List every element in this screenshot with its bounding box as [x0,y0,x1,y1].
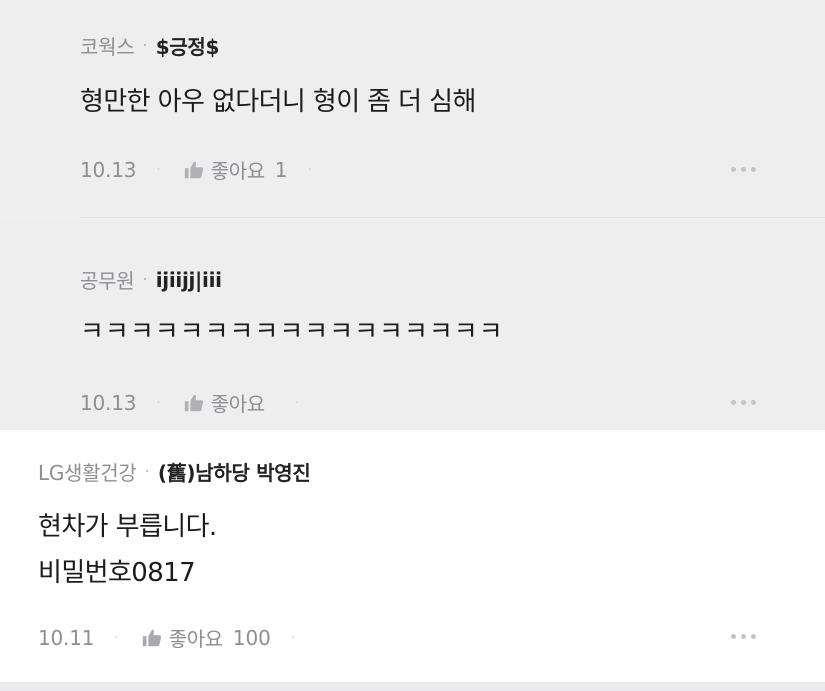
more-options-icon[interactable] [731,634,756,639]
reply-item: 공무원 · ijiijj|iii ㅋㅋㅋㅋㅋㅋㅋㅋㅋㅋㅋㅋㅋㅋㅋㅋㅋ 10.13… [0,218,825,430]
more-dot [751,634,756,639]
reply-author-line: 코웍스 · $긍정$ [80,31,219,60]
like-button[interactable]: 좋아요 100 [141,623,271,652]
reply-footer: 10.13 · 좋아요 · [80,388,299,417]
more-dot [731,167,736,172]
more-options-icon[interactable] [731,167,756,172]
reply-nickname[interactable]: $긍정$ [156,31,220,60]
reply-author-line: 공무원 · ijiijj|iii [80,265,222,294]
comment-item: LG생활건강 · (舊)남하당 박영진 현차가 부릅니다. 비밀번호0817 1… [0,430,825,682]
thumbs-up-icon [184,394,203,411]
like-button[interactable]: 좋아요 [183,388,275,417]
reply-footer: 10.13 · 좋아요 1 · [80,155,312,184]
author-separator: · [144,461,150,482]
like-button[interactable]: 좋아요 1 [183,155,288,184]
more-dot [731,634,736,639]
thumbs-up-icon [142,629,161,646]
reply-item: 코웍스 · $긍정$ 형만한 아우 없다더니 형이 좀 더 심해 10.13 ·… [0,0,825,217]
reply-date: 10.13 [80,157,137,182]
reply-body: ㅋㅋㅋㅋㅋㅋㅋㅋㅋㅋㅋㅋㅋㅋㅋㅋㅋ [80,317,504,347]
footer-separator: · [290,629,296,646]
like-label: 좋아요 [168,627,223,651]
comment-footer: 10.11 · 좋아요 100 · [38,623,295,652]
section-divider [0,682,825,691]
comment-thread: 코웍스 · $긍정$ 형만한 아우 없다더니 형이 좀 더 심해 10.13 ·… [0,0,825,691]
reply-company[interactable]: 코웍스 [80,31,135,60]
like-label: 좋아요 [210,392,265,416]
comment-date: 10.11 [38,625,95,650]
author-separator: · [142,35,148,56]
like-label: 좋아요 [210,159,265,183]
author-separator: · [142,269,148,290]
like-count: 1 [274,157,288,182]
more-dot [741,400,746,405]
comment-body-line: 비밀번호0817 [38,558,196,588]
comment-author-line: LG생활건강 · (舊)남하당 박영진 [38,457,311,486]
reply-nickname[interactable]: ijiijj|iii [156,268,222,292]
more-dot [731,400,736,405]
comment-company[interactable]: LG생활건강 [38,457,137,486]
more-dot [751,400,756,405]
more-dot [741,634,746,639]
reply-date: 10.13 [80,390,137,415]
reply-company[interactable]: 공무원 [80,265,135,294]
footer-separator: · [156,161,161,178]
footer-separator: · [307,161,312,178]
footer-separator: · [114,629,119,646]
footer-separator: · [156,394,161,411]
more-dot [751,167,756,172]
more-options-icon[interactable] [731,400,756,405]
like-count: 100 [232,625,271,650]
comment-nickname[interactable]: (舊)남하당 박영진 [158,457,311,486]
comment-body-line: 현차가 부릅니다. [38,512,217,542]
more-dot [741,167,746,172]
footer-separator: · [294,394,300,411]
thumbs-up-icon [184,161,203,178]
reply-body: 형만한 아우 없다더니 형이 좀 더 심해 [80,87,476,117]
